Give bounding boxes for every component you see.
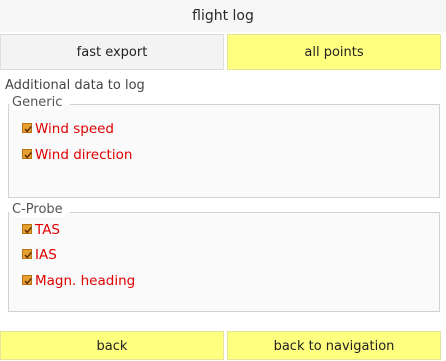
back-to-navigation-button[interactable]: back to navigation: [227, 331, 441, 360]
checkbox-wind-speed[interactable]: Wind speed: [22, 120, 114, 138]
group-title-c-probe: C-Probe: [12, 202, 65, 217]
group-title-generic: Generic: [12, 95, 65, 110]
section-label: Additional data to log: [5, 78, 145, 93]
checkbox-label: Wind direction: [35, 147, 133, 163]
checkbox-magn-heading[interactable]: Magn. heading: [22, 272, 135, 290]
group-border-line: [70, 212, 440, 213]
checkbox-label: IAS: [35, 247, 57, 263]
back-button[interactable]: back: [0, 331, 224, 360]
tab-all-points[interactable]: all points: [227, 34, 441, 70]
checkbox-ias[interactable]: IAS: [22, 246, 57, 264]
footer-bar: back back to navigation: [0, 331, 446, 360]
checkbox-checked-icon: [22, 123, 32, 133]
checkbox-tas[interactable]: TAS: [22, 221, 60, 239]
tab-bar: fast export all points: [0, 34, 446, 70]
checkbox-label: Magn. heading: [35, 273, 136, 289]
group-border-line: [70, 104, 440, 105]
checkbox-checked-icon: [22, 149, 32, 159]
group-c-probe: [8, 212, 440, 312]
checkbox-wind-direction[interactable]: Wind direction: [22, 146, 132, 164]
checkbox-checked-icon: [22, 249, 32, 259]
checkbox-checked-icon: [22, 275, 32, 285]
page-title: flight log: [0, 0, 446, 32]
checkbox-label: Wind speed: [35, 121, 115, 137]
checkbox-checked-icon: [22, 224, 32, 234]
checkbox-label: TAS: [35, 222, 61, 238]
tab-fast-export[interactable]: fast export: [0, 34, 224, 70]
